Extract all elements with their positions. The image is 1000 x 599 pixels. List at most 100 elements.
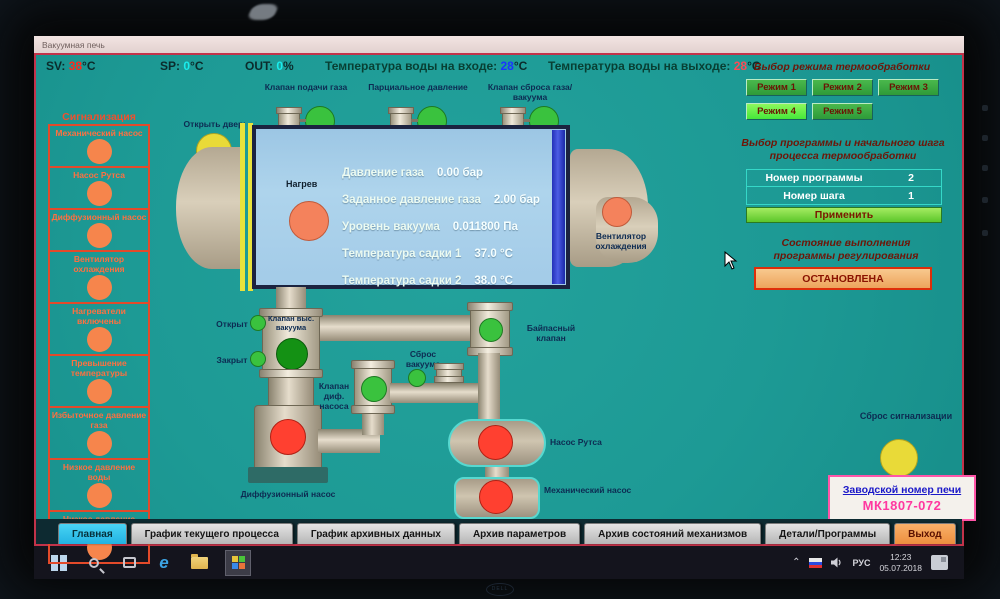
valve-label: Парциальное давление — [368, 83, 468, 105]
notification-center-icon[interactable] — [931, 555, 948, 570]
monitor-logo: DELL — [486, 583, 514, 596]
pipe — [318, 315, 474, 341]
alarm-item-label: Превышение температуры — [51, 358, 147, 378]
tab[interactable]: Выход — [894, 523, 955, 544]
mode-button[interactable]: Режим 3 — [878, 79, 939, 96]
reading-label: Температура садки 2 — [342, 275, 461, 287]
window-titlebar: Вакуумная печь — [34, 36, 964, 53]
search-icon[interactable] — [85, 554, 103, 572]
apply-button[interactable]: Применить — [746, 207, 942, 223]
clock[interactable]: 12:23 05.07.2018 — [879, 552, 922, 573]
alarm-lamp-indicator — [87, 483, 112, 508]
monitor-osd-button[interactable] — [982, 105, 988, 111]
scada-app-taskbar-icon[interactable] — [225, 550, 251, 576]
tab[interactable]: Архив состояний механизмов — [584, 523, 761, 544]
tab[interactable]: График архивных данных — [297, 523, 455, 544]
clock-time: 12:23 — [879, 552, 922, 563]
serial-number-box: Заводской номер печи МК1807-072 — [828, 475, 976, 521]
vacuum-release-indicator[interactable] — [408, 369, 426, 387]
sp-label: SP: — [160, 59, 180, 73]
reading-row: Температура садки 2 38.0 °C — [342, 267, 562, 294]
program-row-label: Номер шага — [747, 190, 881, 202]
water-inlet-unit: °C — [514, 59, 527, 73]
program-row-value: 2 — [881, 172, 941, 184]
pipe — [268, 377, 314, 407]
diffusion-pump-indicator[interactable] — [270, 419, 306, 455]
diffusion-pump-base — [248, 467, 328, 483]
out-label: OUT: — [245, 59, 273, 73]
monitor-osd-button[interactable] — [982, 165, 988, 171]
roots-pump-indicator[interactable] — [478, 425, 513, 460]
tab[interactable]: Архив параметров — [459, 523, 580, 544]
sv-unit: °C — [82, 59, 95, 73]
pipe — [478, 353, 500, 423]
reading-row: Уровень вакуума 0.011800 Па — [342, 213, 562, 240]
alarm-lamp-indicator — [87, 379, 112, 404]
serial-number-title: Заводской номер печи — [843, 484, 961, 496]
pipe — [362, 411, 384, 435]
bypass-valve — [470, 303, 510, 355]
reading-label: Температура садки 1 — [342, 248, 461, 260]
mechanical-pump-indicator[interactable] — [479, 480, 513, 514]
diffusion-pump-label: Диффузионный насос — [228, 489, 348, 499]
monitor-power-button[interactable] — [982, 230, 988, 236]
monitor-bezel: DELL Вакуумная печь SV: 38°C SP: 0°C OUT… — [0, 0, 1000, 599]
tab[interactable]: Детали/Программы — [765, 523, 890, 544]
sv-readout: SV: 38°C — [46, 59, 96, 73]
tab[interactable]: График текущего процесса — [131, 523, 293, 544]
water-outlet-readout: Температура воды на выходе: 28°C — [548, 59, 761, 73]
mechanical-pump-label: Механический насос — [544, 485, 636, 495]
closed-state-label: Закрыт — [214, 355, 250, 365]
alarm-item: Нагреватели включены — [48, 302, 150, 356]
alarm-item: Вентилятор охлаждения — [48, 250, 150, 304]
scada-app: SV: 38°C SP: 0°C OUT: 0% Температура вод… — [34, 53, 964, 546]
mode-button[interactable]: Режим 1 — [746, 79, 807, 96]
alarm-panel: Механический насос Насос Рутса Диффузион… — [48, 126, 150, 564]
window-title: Вакуумная печь — [42, 40, 105, 50]
program-row[interactable]: Номер шага 1 — [747, 187, 941, 204]
alarm-reset-button[interactable] — [880, 439, 918, 477]
mode-panel-title: Выбор режима термообработки — [736, 61, 948, 74]
alarm-lamp-indicator — [87, 181, 112, 206]
program-row[interactable]: Номер программы 2 — [747, 170, 941, 187]
alarm-panel-title: Сигнализация — [48, 111, 150, 123]
alarm-item-label: Избыточное давление газа — [51, 410, 147, 430]
cooling-fan-indicator[interactable] — [602, 197, 632, 227]
monitor-osd-button[interactable] — [982, 197, 988, 203]
alarm-item: Низкое давление воды — [48, 458, 150, 512]
water-inlet-readout: Температура воды на входе: 28°C — [325, 59, 527, 73]
task-view-icon[interactable] — [120, 554, 138, 572]
monitor-osd-button[interactable] — [982, 135, 988, 141]
edge-browser-icon[interactable]: e — [155, 554, 173, 572]
mode-button[interactable]: Режим 2 — [812, 79, 873, 96]
tray-expand-icon[interactable]: ⌃ — [792, 557, 800, 568]
alarm-lamp-indicator — [87, 327, 112, 352]
diffusion-pump-valve-indicator[interactable] — [361, 376, 387, 402]
diffusion-pump-valve-label: Клапан диф. насоса — [314, 381, 354, 411]
heating-label: Нагрев — [286, 179, 336, 190]
alarm-item: Насос Рутса — [48, 166, 150, 210]
heating-indicator — [289, 201, 329, 241]
vacuum-release-valve-icon — [436, 363, 462, 383]
file-explorer-icon[interactable] — [190, 554, 208, 572]
mode-button[interactable]: Режим 4 — [746, 103, 807, 120]
bypass-valve-indicator[interactable] — [479, 318, 503, 342]
alarm-reset-label: Сброс сигнализации — [854, 411, 958, 422]
high-vacuum-valve-indicator[interactable] — [276, 338, 308, 370]
reading-label: Заданное давление газа — [342, 194, 481, 206]
program-panel-title: Выбор программы и начального шага процес… — [738, 137, 948, 163]
start-button-icon[interactable] — [50, 554, 68, 572]
reading-label: Уровень вакуума — [342, 221, 440, 233]
mode-button[interactable]: Режим 5 — [812, 103, 873, 120]
alarm-item: Диффузионный насос — [48, 208, 150, 252]
high-vacuum-valve-label: Клапан выс. вакуума — [265, 315, 317, 333]
program-row-label: Номер программы — [747, 172, 881, 184]
language-indicator[interactable]: РУС — [852, 558, 870, 568]
cooling-fan-label: Вентилятор охлаждения — [582, 231, 660, 251]
sv-value: 38 — [69, 59, 82, 73]
volume-icon[interactable] — [831, 557, 843, 568]
language-flag-icon[interactable] — [809, 558, 822, 568]
vacuum-chamber: Нагрев Давление газа 0.00 бар Заданное д… — [252, 125, 570, 289]
valve-label: Клапан подачи газа — [265, 83, 348, 105]
tab[interactable]: Главная — [58, 523, 127, 544]
